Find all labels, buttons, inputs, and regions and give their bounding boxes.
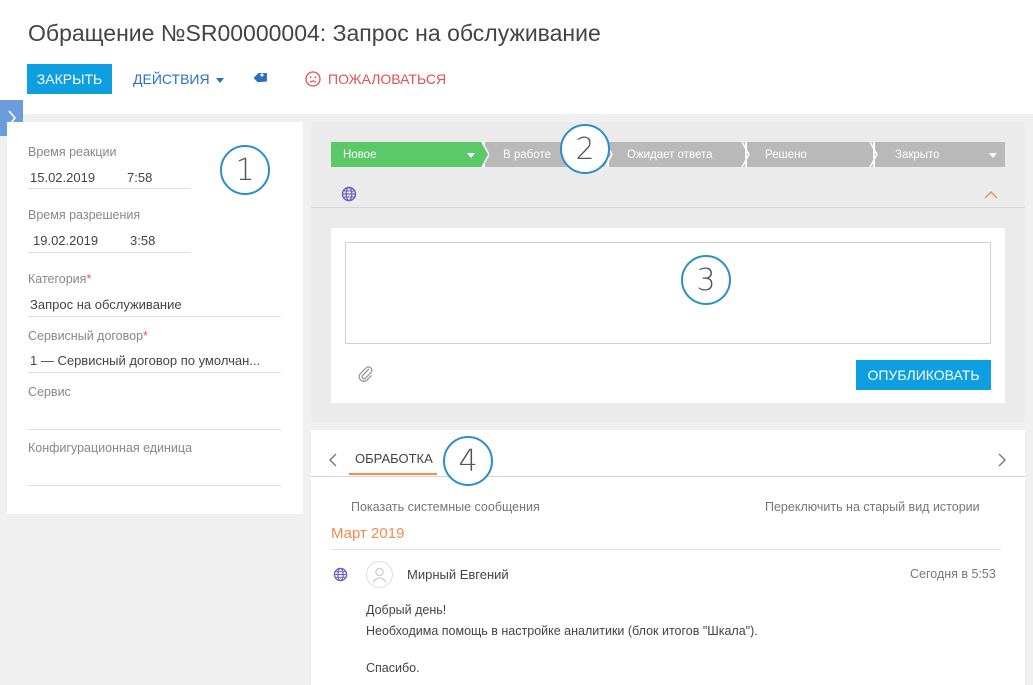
stage-arrow: [741, 142, 750, 167]
caret-down-icon: [215, 77, 224, 83]
stage-bar: Новое В работе Ожидает ответа Решено Зак…: [331, 142, 1005, 167]
annotation-4: 4: [443, 436, 493, 486]
stage-resolved[interactable]: Решено: [747, 142, 873, 167]
annotation-2: 2: [560, 124, 610, 174]
post-author[interactable]: Мирный Евгений: [407, 567, 509, 582]
field-underline: [28, 252, 191, 253]
resolution-time-value[interactable]: 3:58: [130, 233, 155, 248]
actions-label: ДЕЙСТВИЯ: [133, 71, 210, 87]
stage-awaiting-response[interactable]: Ожидает ответа: [609, 142, 745, 167]
complain-label: ПОЖАЛОВАТЬСЯ: [328, 71, 447, 87]
page-header: [0, 0, 1033, 114]
stage-arrow: [475, 142, 489, 167]
annotation-1: 1: [220, 145, 270, 195]
active-tab-indicator: [349, 473, 437, 475]
page-title: Обращение №SR00000004: Запрос на обслужи…: [28, 20, 601, 46]
chevron-left-icon[interactable]: [328, 452, 338, 468]
field-underline: [28, 316, 281, 317]
message-input[interactable]: [345, 242, 991, 344]
annotation-3: 3: [681, 255, 731, 305]
service-contract-label: Сервисный договор*: [28, 329, 148, 343]
stage-label: Новое: [343, 148, 377, 161]
stage-arrow: [869, 142, 878, 167]
post-timestamp: Сегодня в 5:53: [910, 567, 996, 581]
message-line: Добрый день!: [366, 603, 447, 617]
message-line: Спасибо.: [366, 661, 420, 675]
actions-dropdown[interactable]: ДЕЙСТВИЯ: [133, 71, 224, 87]
stage-label: Ожидает ответа: [627, 148, 713, 161]
service-label: Сервис: [28, 385, 71, 399]
complain-button[interactable]: ПОЖАЛОВАТЬСЯ: [305, 71, 446, 87]
service-contract-label-text: Сервисный договор: [28, 329, 144, 343]
publish-button[interactable]: ОПУБЛИКОВАТЬ: [856, 360, 991, 390]
message-line: Необходима помощь в настройке аналитики …: [366, 624, 758, 638]
response-time-label: Время реакции: [28, 145, 117, 159]
globe-icon[interactable]: [341, 186, 357, 202]
category-label-text: Категория: [28, 272, 87, 286]
required-mark: *: [86, 272, 92, 286]
field-underline: [28, 372, 281, 373]
resolution-date-value[interactable]: 19.02.2019: [33, 233, 98, 248]
divider: [331, 549, 1001, 550]
avatar[interactable]: [366, 561, 393, 588]
required-mark: *: [143, 329, 148, 343]
config-item-field-input[interactable]: [28, 485, 281, 486]
paperclip-icon[interactable]: [357, 365, 375, 383]
resolution-time-label: Время разрешения: [28, 208, 141, 222]
month-header: Март 2019: [331, 525, 405, 542]
tab-processing[interactable]: ОБРАБОТКА: [355, 451, 433, 466]
response-date-value[interactable]: 15.02.2019: [30, 170, 95, 185]
caret-down-icon: [989, 153, 997, 158]
chevron-right-icon[interactable]: [997, 452, 1007, 468]
chevron-up-icon[interactable]: [984, 190, 998, 199]
tag-icon[interactable]: [254, 70, 270, 86]
user-avatar-icon: [372, 567, 387, 583]
category-label: Категория*: [28, 272, 91, 286]
stage-label: Закрыто: [895, 148, 940, 161]
switch-old-history-link[interactable]: Переключить на старый вид истории: [765, 500, 980, 514]
stage-new[interactable]: Новое: [331, 142, 483, 167]
field-underline: [28, 188, 191, 189]
divider: [311, 476, 1025, 477]
caret-down-icon: [467, 153, 475, 158]
config-item-label: Конфигурационная единица: [28, 441, 193, 455]
globe-icon: [333, 567, 348, 582]
stage-label: Решено: [765, 148, 807, 161]
service-contract-value[interactable]: 1 — Сервисный договор по умолчан...: [30, 353, 260, 368]
sad-face-icon: [305, 71, 321, 87]
response-time-value[interactable]: 7:58: [127, 170, 152, 185]
stage-closed[interactable]: Закрыто: [875, 142, 1005, 167]
history-panel: [311, 430, 1025, 685]
stage-label: В работе: [503, 148, 551, 161]
service-field-input[interactable]: [28, 429, 281, 430]
divider: [311, 207, 1025, 208]
show-system-messages-link[interactable]: Показать системные сообщения: [351, 500, 540, 514]
category-value[interactable]: Запрос на обслуживание: [30, 297, 182, 312]
close-button[interactable]: ЗАКРЫТЬ: [27, 64, 112, 94]
